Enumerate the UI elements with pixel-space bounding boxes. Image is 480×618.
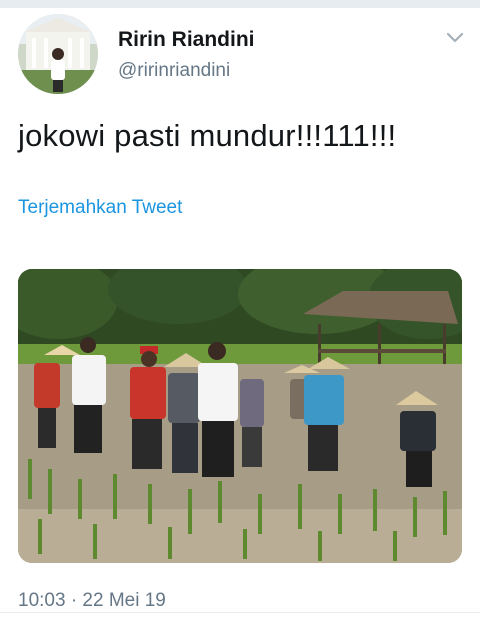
- avatar[interactable]: [18, 14, 98, 94]
- tweet-photo[interactable]: [18, 269, 462, 563]
- display-name[interactable]: Ririn Riandini: [118, 28, 255, 52]
- tweet-timestamp[interactable]: 10:03 · 22 Mei 19: [18, 590, 166, 612]
- bottom-divider: [0, 612, 480, 613]
- translate-tweet-link[interactable]: Terjemahkan Tweet: [18, 197, 182, 219]
- photo-rice-field: [18, 269, 462, 563]
- tweet-text: jokowi pasti mundur!!!111!!!: [18, 118, 397, 153]
- chevron-down-icon[interactable]: [444, 26, 466, 48]
- top-divider: [0, 0, 480, 8]
- avatar-image: [18, 14, 98, 94]
- user-handle[interactable]: @ririnriandini: [118, 60, 230, 82]
